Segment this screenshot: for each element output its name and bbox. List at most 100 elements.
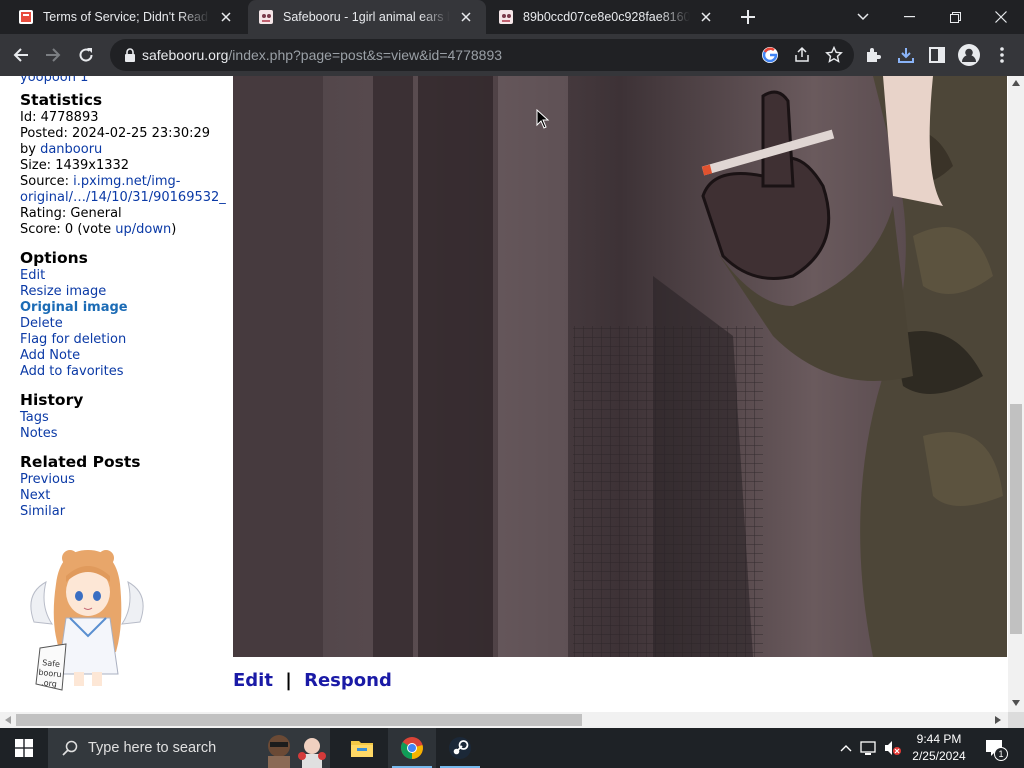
browser-toolbar: safebooru.org/index.php?page=post&s=view… xyxy=(0,34,1024,76)
tag-link[interactable]: yoopoon xyxy=(20,76,76,85)
add-to-favorites-link[interactable]: Add to favorites xyxy=(20,364,124,379)
add-note-link[interactable]: Add Note xyxy=(20,348,80,363)
google-lens-icon[interactable] xyxy=(760,45,780,65)
source-link[interactable]: i.pximg.net/img- xyxy=(73,174,180,189)
restore-button[interactable] xyxy=(932,0,978,34)
extensions-puzzle-icon[interactable] xyxy=(859,41,887,69)
reload-button[interactable] xyxy=(70,39,102,71)
notes-history-link[interactable]: Notes xyxy=(20,426,58,441)
history-heading: History xyxy=(20,391,84,409)
scroll-down-arrow-icon[interactable] xyxy=(1012,700,1020,706)
horizontal-scrollbar-thumb[interactable] xyxy=(16,714,582,726)
similar-posts-link[interactable]: Similar xyxy=(20,504,65,519)
volume-button[interactable] xyxy=(882,728,904,768)
related-posts-heading: Related Posts xyxy=(20,453,141,471)
network-button[interactable] xyxy=(858,728,880,768)
taskbar-clock[interactable]: 9:44 PM 2/25/2024 xyxy=(904,731,974,765)
horizontal-scrollbar[interactable] xyxy=(0,712,1008,728)
network-icon xyxy=(860,741,876,755)
file-explorer-icon xyxy=(351,741,373,757)
page-viewport: yoopoon 1 Statistics Id: 4778893 Posted:… xyxy=(0,76,1008,712)
minimize-button[interactable] xyxy=(886,0,932,34)
previous-post-link[interactable]: Previous xyxy=(20,472,75,487)
new-tab-button[interactable] xyxy=(736,6,760,28)
options-heading: Options xyxy=(20,249,88,267)
windows-logo-icon xyxy=(15,739,33,757)
close-tab-icon[interactable] xyxy=(456,7,476,27)
tab-image-hash[interactable]: 89b0ccd07ce8e0c928fae8160c40 xyxy=(488,0,726,34)
back-button[interactable] xyxy=(5,39,37,71)
bookmark-star-icon[interactable] xyxy=(824,45,844,65)
tosdr-favicon-icon xyxy=(18,9,34,25)
scroll-left-arrow-icon[interactable] xyxy=(5,716,11,724)
tab-safebooru[interactable]: Safebooru - 1girl animal ears back xyxy=(248,0,486,34)
delete-link[interactable]: Delete xyxy=(20,316,63,331)
edit-link[interactable]: Edit xyxy=(20,268,45,283)
vertical-scrollbar[interactable] xyxy=(1008,76,1024,712)
volume-muted-icon xyxy=(885,741,901,755)
steam-icon xyxy=(449,737,471,759)
taskbar-file-explorer[interactable] xyxy=(338,728,386,768)
chevron-up-icon xyxy=(840,745,852,752)
respond-link[interactable]: Respond xyxy=(304,670,392,691)
tag-count: 1 xyxy=(80,76,89,85)
clock-time: 9:44 PM xyxy=(916,732,962,746)
image-size: Size: 1439x1332 xyxy=(20,158,130,173)
rating: Rating: General xyxy=(20,206,122,221)
uploader-link[interactable]: danbooru xyxy=(40,142,102,157)
post-id: Id: 4778893 xyxy=(20,110,99,125)
download-icon[interactable] xyxy=(892,41,920,69)
scroll-right-arrow-icon[interactable] xyxy=(995,716,1001,724)
tab-title: 89b0ccd07ce8e0c928fae8160c40 xyxy=(523,10,690,24)
post-actions: Edit | Respond xyxy=(233,670,392,691)
scrollbar-corner xyxy=(1008,712,1024,728)
side-panel-icon[interactable] xyxy=(923,41,951,69)
close-tab-icon[interactable] xyxy=(216,7,236,27)
vertical-scrollbar-thumb[interactable] xyxy=(1010,404,1022,634)
show-hidden-icons-button[interactable] xyxy=(836,728,856,768)
browser-menu-icon[interactable] xyxy=(988,41,1016,69)
safebooru-favicon-icon xyxy=(258,9,274,25)
tab-title: Safebooru - 1girl animal ears back xyxy=(283,10,450,24)
search-placeholder: Type here to search xyxy=(88,740,217,756)
posted-date: Posted: 2024-02-25 23:30:29 xyxy=(20,126,211,141)
share-icon[interactable] xyxy=(792,45,812,65)
action-center-button[interactable]: 1 xyxy=(980,728,1010,768)
vote-link[interactable]: up/down xyxy=(115,222,171,237)
windows-taskbar: Type here to search 9:44 PM 2/25/2024 1 xyxy=(0,728,1024,768)
close-window-button[interactable] xyxy=(978,0,1024,34)
tab-title: Terms of Service; Didn't Read xyxy=(43,10,208,24)
tags-history-link[interactable]: Tags xyxy=(20,410,49,425)
address-bar[interactable]: safebooru.org/index.php?page=post&s=view… xyxy=(110,39,854,71)
tag-list-fragment: yoopoon 1 xyxy=(20,76,232,86)
next-post-link[interactable]: Next xyxy=(20,488,50,503)
taskbar-search-box[interactable]: Type here to search xyxy=(48,728,330,768)
mascot-sign: Safe booru .org xyxy=(33,657,68,690)
tab-terms-of-service[interactable]: Terms of Service; Didn't Read xyxy=(8,0,246,34)
chrome-icon xyxy=(400,737,423,759)
clock-date: 2/25/2024 xyxy=(912,749,966,763)
tab-search-button[interactable] xyxy=(840,0,886,34)
score: Score: 0 (vote up/down) xyxy=(20,222,177,237)
taskbar-steam[interactable] xyxy=(436,728,484,768)
source-line: Source: i.pximg.net/img- xyxy=(20,174,181,189)
flag-for-deletion-link[interactable]: Flag for deletion xyxy=(20,332,126,347)
post-edit-link[interactable]: Edit xyxy=(233,670,273,691)
forward-button[interactable] xyxy=(37,39,69,71)
separator: | xyxy=(285,670,292,691)
image-favicon-icon xyxy=(498,9,514,25)
source-link-continued[interactable]: original/…/14/10/31/90169532_ xyxy=(20,190,226,205)
scroll-up-arrow-icon[interactable] xyxy=(1012,80,1020,86)
lock-icon[interactable] xyxy=(120,45,140,65)
artwork-illustration xyxy=(233,76,1007,657)
taskbar-chrome[interactable] xyxy=(388,728,436,768)
statistics-heading: Statistics xyxy=(20,91,103,109)
profile-avatar-icon[interactable] xyxy=(955,41,983,69)
notification-count: 1 xyxy=(994,747,1008,761)
start-button[interactable] xyxy=(0,728,48,768)
resize-image-link[interactable]: Resize image xyxy=(20,284,106,299)
post-image[interactable] xyxy=(233,76,1007,657)
close-tab-icon[interactable] xyxy=(696,7,716,27)
post-sidebar: yoopoon 1 Statistics Id: 4778893 Posted:… xyxy=(20,76,232,520)
original-image-link[interactable]: Original image xyxy=(20,300,128,315)
